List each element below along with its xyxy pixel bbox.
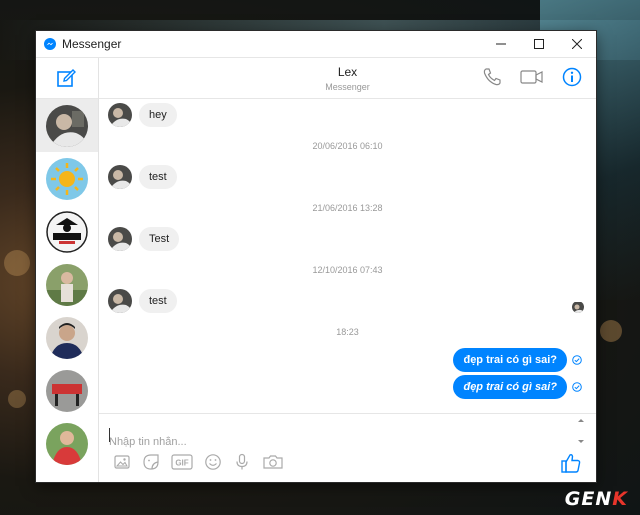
composer-toolbar: GIF: [113, 453, 284, 471]
minimize-button[interactable]: [482, 31, 520, 57]
sender-avatar[interactable]: [108, 103, 132, 127]
message-bubble[interactable]: đẹp trai có gì sai?: [453, 375, 567, 399]
gif-icon: GIF: [171, 454, 193, 470]
avatar: [46, 157, 88, 200]
messenger-logo-icon: [44, 38, 56, 50]
incoming-message-row: test: [108, 165, 177, 189]
avatar: [46, 210, 88, 253]
close-icon: [572, 39, 582, 49]
chat-panel: Lex Messenger hey 20/06/2016 06:10 test …: [99, 58, 596, 482]
compose-button[interactable]: [36, 58, 98, 99]
sent-check-icon: [572, 355, 582, 365]
genk-watermark-logo: GENK: [564, 488, 628, 510]
incoming-message-row: Test: [108, 227, 180, 251]
message-timestamp: 21/06/2016 13:28: [312, 203, 383, 213]
sent-check-icon: [572, 382, 582, 392]
contact-item[interactable]: [36, 311, 98, 364]
compose-icon: [57, 69, 76, 87]
window-title: Messenger: [62, 37, 122, 51]
emoji-button[interactable]: [204, 453, 222, 471]
like-button[interactable]: [560, 452, 582, 479]
phone-call-icon[interactable]: [482, 67, 502, 87]
maximize-icon: [534, 39, 544, 49]
video-call-icon[interactable]: [520, 67, 544, 87]
thumbs-up-icon: [561, 454, 581, 473]
background-bokeh: [600, 320, 622, 342]
seen-indicator-avatar: [572, 301, 584, 313]
contact-item[interactable]: [36, 152, 98, 205]
gif-label: GIF: [175, 459, 188, 468]
microphone-icon: [236, 453, 248, 470]
avatar: [46, 263, 88, 306]
avatar: [46, 369, 88, 412]
window-controls: [482, 31, 596, 57]
image-icon: [114, 455, 130, 469]
message-timestamp: 18:23: [336, 327, 359, 337]
sticker-button[interactable]: [142, 453, 160, 471]
message-bubble[interactable]: đẹp trai có gì sai?: [453, 348, 567, 372]
input-scrollbar[interactable]: [575, 416, 587, 446]
sender-avatar[interactable]: [108, 165, 132, 189]
sender-avatar[interactable]: [108, 227, 132, 251]
message-bubble[interactable]: hey: [139, 103, 177, 127]
message-input[interactable]: [109, 422, 569, 456]
add-photo-button[interactable]: [113, 453, 131, 471]
sender-avatar[interactable]: [108, 289, 132, 313]
message-bubble[interactable]: test: [139, 289, 177, 313]
message-list: hey 20/06/2016 06:10 test 21/06/2016 13:…: [99, 99, 596, 413]
messenger-window: Messenger Lex Messenger hey 20/06/2016 0…: [36, 31, 596, 482]
avatar: [46, 104, 88, 147]
contact-item[interactable]: [36, 205, 98, 258]
smiley-icon: [205, 454, 221, 470]
gif-button[interactable]: GIF: [171, 453, 193, 471]
close-button[interactable]: [558, 31, 596, 57]
voice-button[interactable]: [233, 453, 251, 471]
message-timestamp: 12/10/2016 07:43: [312, 265, 383, 275]
message-timestamp: 20/06/2016 06:10: [312, 141, 383, 151]
camera-button[interactable]: [262, 453, 284, 471]
camera-icon: [263, 455, 283, 469]
chat-actions: [482, 67, 582, 87]
background-bokeh: [4, 250, 30, 276]
title-bar[interactable]: Messenger: [36, 31, 596, 58]
incoming-message-row: test: [108, 289, 177, 313]
chat-header: Lex Messenger: [99, 58, 596, 99]
message-bubble[interactable]: Test: [139, 227, 180, 251]
background-bokeh: [8, 390, 26, 408]
contact-item[interactable]: [36, 99, 98, 152]
message-bubble[interactable]: test: [139, 165, 177, 189]
message-composer: GIF: [99, 413, 596, 482]
avatar: [46, 316, 88, 359]
contact-item[interactable]: [36, 364, 98, 417]
contact-item[interactable]: [36, 417, 98, 470]
info-icon[interactable]: [562, 67, 582, 87]
text-cursor: [109, 428, 110, 442]
contact-item[interactable]: [36, 258, 98, 311]
outgoing-message-row: đẹp trai có gì sai?: [453, 348, 582, 372]
outgoing-message-row: đẹp trai có gì sai?: [453, 375, 582, 399]
minimize-icon: [496, 43, 506, 45]
avatar: [46, 422, 88, 465]
sticker-icon: [143, 454, 159, 470]
conversation-sidebar: [36, 58, 99, 482]
maximize-button[interactable]: [520, 31, 558, 57]
incoming-message-row: hey: [108, 103, 177, 127]
